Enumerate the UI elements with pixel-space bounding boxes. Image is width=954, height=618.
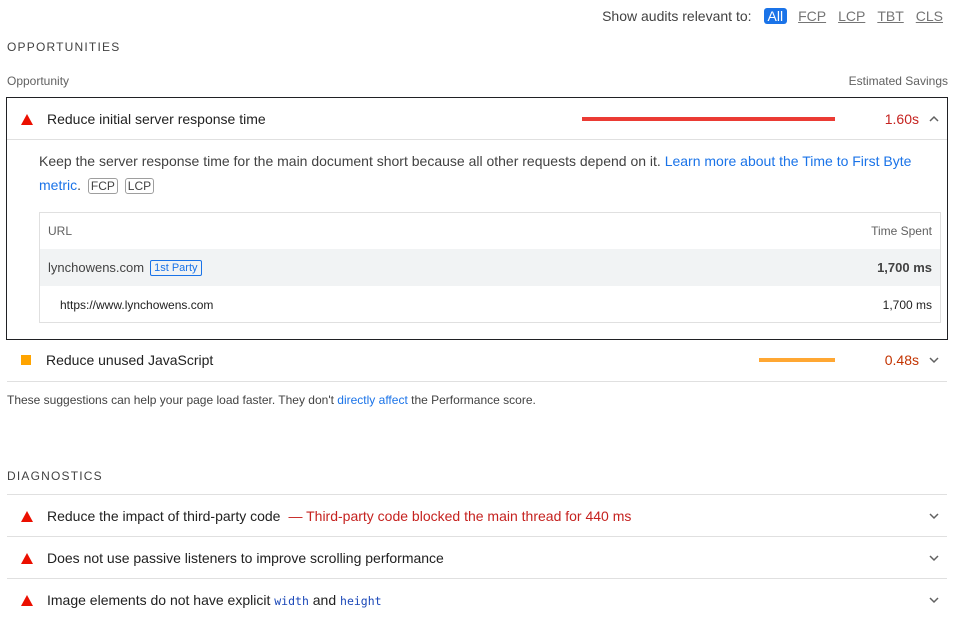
code-width: width (274, 594, 309, 608)
table-row-group[interactable]: lynchowens.com 1st Party 1,700 ms (40, 249, 940, 286)
chevron-down-icon[interactable] (929, 355, 939, 365)
entity-name: lynchowens.com (48, 260, 145, 275)
filter-tbt-button[interactable]: TBT (876, 8, 904, 24)
fail-triangle-icon (21, 594, 33, 606)
audit-row-unused-javascript[interactable]: Reduce unused JavaScript 0.48s (7, 339, 947, 381)
audit-server-response-expanded: Reduce initial server response time 1.60… (6, 97, 948, 340)
entity-time: 1,700 ms (877, 260, 932, 275)
audit-row-third-party[interactable]: Reduce the impact of third-party code — … (7, 495, 947, 537)
audit-row-image-dimensions[interactable]: Image elements do not have explicit widt… (7, 579, 947, 618)
filter-all-button[interactable]: All (763, 8, 788, 24)
fail-triangle-icon (21, 510, 33, 522)
savings-value: 1.60s (884, 111, 919, 127)
chevron-up-icon[interactable] (929, 114, 939, 124)
diagnostics-section-title: DIAGNOSTICS (7, 469, 103, 483)
filter-fcp-button[interactable]: FCP (797, 8, 827, 24)
table-header-row: URL Time Spent (40, 213, 940, 249)
audit-row-server-response[interactable]: Reduce initial server response time 1.60… (7, 98, 947, 140)
audit-description: Keep the server response time for the ma… (39, 153, 912, 194)
note-text: These suggestions can help your page loa… (7, 393, 338, 407)
filter-lcp-button[interactable]: LCP (837, 8, 866, 24)
url-cell: https://www.lynchowens.com (60, 297, 214, 312)
chevron-down-icon[interactable] (929, 511, 939, 521)
metric-badge-lcp: LCP (124, 178, 155, 194)
table-row[interactable]: https://www.lynchowens.com 1,700 ms (40, 286, 940, 323)
savings-value: 0.48s (884, 352, 919, 368)
title-text: Image elements do not have explicit (47, 592, 275, 608)
opportunities-section-title: OPPORTUNITIES (7, 40, 121, 54)
directly-affect-link[interactable]: directly affect (337, 393, 407, 407)
audit-title: Image elements do not have explicit widt… (47, 592, 382, 608)
first-party-badge: 1st Party (150, 259, 202, 276)
audit-filter-bar: Show audits relevant to: All FCP LCP TBT… (602, 8, 944, 24)
opportunities-note: These suggestions can help your page loa… (7, 393, 536, 407)
opportunity-column-header: Opportunity (7, 74, 70, 88)
divider (7, 381, 947, 382)
details-table: URL Time Spent lynchowens.com 1st Party … (39, 212, 941, 323)
savings-column-header: Estimated Savings (848, 74, 948, 88)
audit-title: Reduce initial server response time (47, 111, 266, 127)
time-spent-column-header: Time Spent (871, 224, 932, 238)
audit-title: Reduce unused JavaScript (46, 352, 214, 368)
audit-title: Does not use passive listeners to improv… (47, 550, 444, 566)
time-cell: 1,700 ms (882, 297, 932, 312)
audit-warning-text: — Third-party code blocked the main thre… (288, 508, 632, 524)
filter-label: Show audits relevant to: (602, 8, 752, 24)
note-text-end: the Performance score. (407, 393, 536, 407)
chevron-down-icon[interactable] (929, 553, 939, 563)
code-height: height (340, 594, 382, 608)
metric-badge-fcp: FCP (87, 178, 118, 194)
audit-title: Reduce the impact of third-party code (47, 508, 281, 524)
average-square-icon (21, 355, 31, 365)
savings-bar (759, 358, 835, 362)
description-text: Keep the server response time for the ma… (39, 153, 661, 169)
fail-triangle-icon (21, 552, 33, 564)
url-column-header: URL (48, 224, 73, 238)
savings-bar (582, 117, 835, 121)
divider (7, 139, 947, 140)
title-text-mid: and (308, 592, 341, 608)
chevron-down-icon[interactable] (929, 595, 939, 605)
fail-triangle-icon (21, 113, 33, 125)
audit-row-passive-listeners[interactable]: Does not use passive listeners to improv… (7, 537, 947, 579)
filter-cls-button[interactable]: CLS (915, 8, 944, 24)
